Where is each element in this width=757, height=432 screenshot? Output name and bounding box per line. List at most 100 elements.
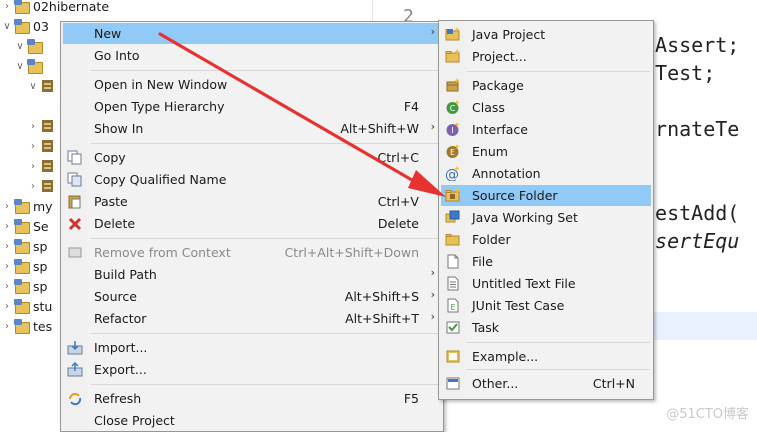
collapsed-chevron-icon[interactable]: › xyxy=(0,221,14,232)
remove-context-icon xyxy=(67,245,83,260)
library-icon xyxy=(40,159,56,173)
menu-item-open-type-hierarchy[interactable]: Open Type Hierarchy F4 xyxy=(63,96,441,117)
working-set-icon xyxy=(445,210,461,225)
submenu-item-annotation[interactable]: @ Annotation xyxy=(441,163,651,184)
project-folder-icon xyxy=(14,19,30,34)
task-icon xyxy=(445,320,461,335)
tree-item[interactable]: ∨ xyxy=(26,76,59,96)
tree-item[interactable]: ∨ xyxy=(13,56,46,76)
menu-item-shortcut: Alt+Shift+T xyxy=(345,311,419,326)
library-icon xyxy=(40,179,56,193)
menu-item-label: Go Into xyxy=(94,48,140,63)
expanded-chevron-icon[interactable]: ∨ xyxy=(0,21,14,32)
menu-item-copy[interactable]: Copy Ctrl+C xyxy=(63,147,441,168)
menu-item-shortcut: Alt+Shift+S xyxy=(344,289,419,304)
tree-item-label: my xyxy=(33,198,53,214)
tree-item[interactable]: › Se xyxy=(0,216,49,236)
expanded-chevron-icon[interactable]: ∨ xyxy=(13,61,27,72)
collapsed-chevron-icon[interactable]: › xyxy=(26,161,40,172)
submenu-item-junit-test-case[interactable]: E JUnit Test Case xyxy=(441,295,651,316)
tree-item[interactable]: › sp xyxy=(0,276,47,296)
copy-qualified-icon xyxy=(67,172,83,187)
tree-item-label: stu xyxy=(33,298,53,314)
project-folder-icon xyxy=(14,319,30,334)
menu-item-open-in-new-window[interactable]: Open in New Window xyxy=(63,74,441,95)
submenu-item-label: Example... xyxy=(472,349,539,364)
submenu-item-example[interactable]: Example... xyxy=(441,346,651,367)
project-folder-icon xyxy=(14,239,30,254)
collapsed-chevron-icon[interactable]: › xyxy=(0,1,14,12)
tree-item[interactable]: › stu xyxy=(0,296,52,316)
collapsed-chevron-icon[interactable]: › xyxy=(0,301,14,312)
menu-item-label: Export... xyxy=(94,362,147,377)
submenu-item-java-working-set[interactable]: Java Working Set xyxy=(441,207,651,228)
project-folder-icon xyxy=(14,259,30,274)
submenu-item-file[interactable]: File xyxy=(441,251,651,272)
project-icon xyxy=(445,49,461,64)
menu-item-new[interactable]: New › xyxy=(63,23,441,44)
menu-item-remove-from-context[interactable]: Remove from Context Ctrl+Alt+Shift+Down xyxy=(63,242,441,263)
collapsed-chevron-icon[interactable]: › xyxy=(0,261,14,272)
menu-item-refactor[interactable]: Refactor Alt+Shift+T › xyxy=(63,308,441,329)
submenu-item-project[interactable]: Project... xyxy=(441,46,651,67)
tree-item[interactable]: › my xyxy=(0,196,53,216)
new-submenu: Java Project Project... Package C Class I Inte… xyxy=(438,20,654,400)
collapsed-chevron-icon[interactable]: › xyxy=(0,281,14,292)
menu-item-show-in[interactable]: Show In Alt+Shift+W › xyxy=(63,118,441,139)
collapsed-chevron-icon[interactable]: › xyxy=(0,241,14,252)
svg-text:E: E xyxy=(450,148,455,157)
submenu-chevron-icon: › xyxy=(430,310,435,323)
submenu-item-task[interactable]: Task xyxy=(441,317,651,338)
menu-item-shortcut: F5 xyxy=(403,391,419,406)
menu-item-label: Delete xyxy=(94,216,136,231)
menu-item-go-into[interactable]: Go Into xyxy=(63,45,441,66)
collapsed-chevron-icon[interactable]: › xyxy=(26,181,40,192)
tree-item[interactable]: › 02hibernate xyxy=(0,0,109,16)
collapsed-chevron-icon[interactable]: › xyxy=(0,321,14,332)
menu-item-build-path[interactable]: Build Path › xyxy=(63,264,441,285)
package-icon xyxy=(445,78,461,93)
paste-icon xyxy=(67,194,83,209)
expanded-chevron-icon[interactable]: ∨ xyxy=(13,41,27,52)
menu-item-shortcut: Ctrl+C xyxy=(377,150,419,165)
tree-item[interactable]: › xyxy=(26,176,59,196)
collapsed-chevron-icon[interactable]: › xyxy=(0,201,14,212)
tree-item[interactable]: › sp xyxy=(0,256,47,276)
submenu-item-folder[interactable]: Folder xyxy=(441,229,651,250)
menu-item-paste[interactable]: Paste Ctrl+V xyxy=(63,191,441,212)
menu-item-close-project[interactable]: Close Project xyxy=(63,410,441,431)
tree-item[interactable]: › tes xyxy=(0,316,52,336)
submenu-item-interface[interactable]: I Interface xyxy=(441,119,651,140)
refresh-icon xyxy=(67,391,83,406)
interface-icon: I xyxy=(445,122,461,137)
menu-item-label: Refresh xyxy=(94,391,142,406)
collapsed-chevron-icon[interactable]: › xyxy=(26,141,40,152)
menu-item-source[interactable]: Source Alt+Shift+S › xyxy=(63,286,441,307)
menu-item-import[interactable]: Import... xyxy=(63,337,441,358)
submenu-item-source-folder[interactable]: Source Folder xyxy=(441,185,651,206)
submenu-item-package[interactable]: Package xyxy=(441,75,651,96)
submenu-item-class[interactable]: C Class xyxy=(441,97,651,118)
submenu-item-label: File xyxy=(472,254,493,269)
submenu-item-label: Annotation xyxy=(472,166,541,181)
menu-separator xyxy=(467,342,650,343)
enum-icon: E xyxy=(445,144,461,159)
submenu-item-enum[interactable]: E Enum xyxy=(441,141,651,162)
other-icon xyxy=(445,376,461,391)
tree-item[interactable]: › xyxy=(26,136,59,156)
tree-item-label: sp xyxy=(33,258,48,274)
tree-item[interactable]: › xyxy=(26,156,59,176)
menu-item-copy-qualified-name[interactable]: Copy Qualified Name xyxy=(63,169,441,190)
collapsed-chevron-icon[interactable]: › xyxy=(26,121,40,132)
expanded-chevron-icon[interactable]: ∨ xyxy=(26,81,40,92)
menu-item-export[interactable]: Export... xyxy=(63,359,441,380)
tree-item[interactable]: ∨ xyxy=(13,36,46,56)
tree-item[interactable]: ∨ 03 xyxy=(0,16,49,36)
tree-item[interactable]: › sp xyxy=(0,236,47,256)
tree-item[interactable]: › xyxy=(26,116,59,136)
submenu-item-untitled-text-file[interactable]: Untitled Text File xyxy=(441,273,651,294)
submenu-item-other[interactable]: Other... Ctrl+N xyxy=(441,373,651,394)
menu-item-delete[interactable]: Delete Delete xyxy=(63,213,441,234)
menu-item-refresh[interactable]: Refresh F5 xyxy=(63,388,441,409)
submenu-item-java-project[interactable]: Java Project xyxy=(441,24,651,45)
